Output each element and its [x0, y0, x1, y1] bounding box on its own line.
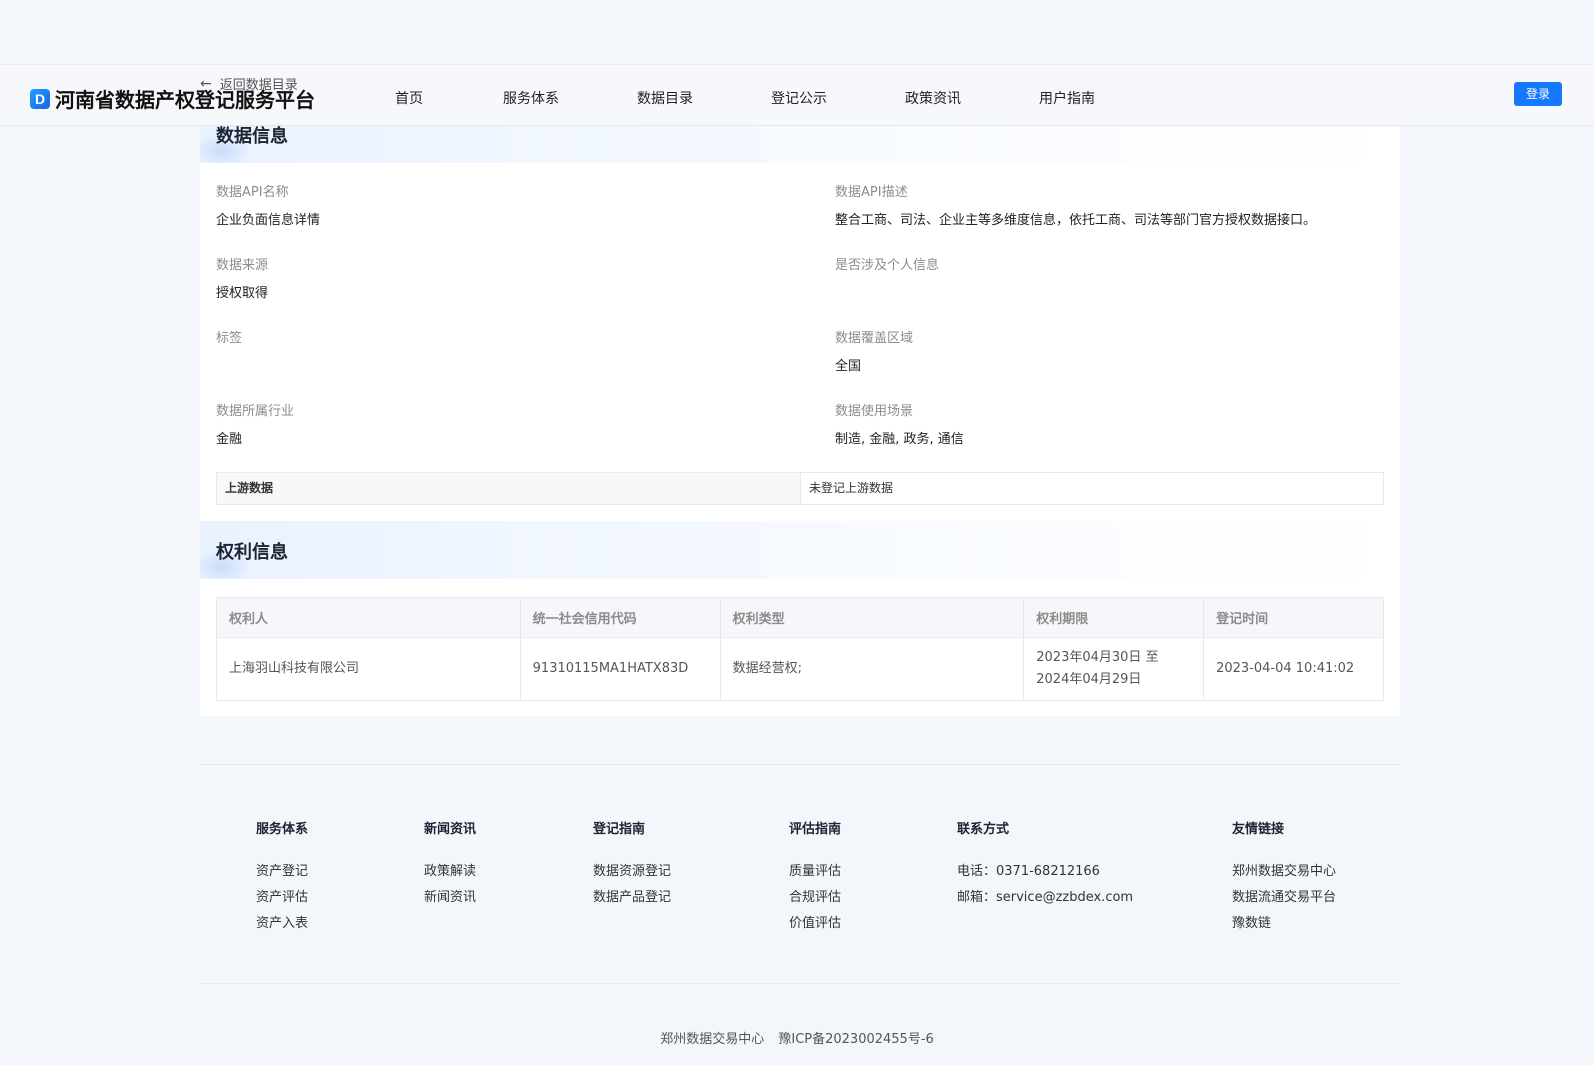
footer-link[interactable]: 质量评估: [789, 859, 841, 885]
field-personal-info: 是否涉及个人信息: [835, 254, 939, 282]
field-api-description: 数据API描述 整合工商、司法、企业主等多维度信息，依托工商、司法等部门官方授权…: [835, 181, 1316, 228]
field-coverage-area: 数据覆盖区域 全国: [835, 327, 913, 374]
field-value: 金融: [216, 432, 243, 447]
field-label: 标签: [216, 331, 243, 346]
footer-col-heading: 新闻资讯: [424, 822, 477, 837]
column-header: 权利类型: [719, 597, 1025, 638]
back-to-catalog-link[interactable]: ← 返回数据目录: [200, 74, 298, 94]
field-value: 授权取得: [216, 286, 269, 301]
field-value: 制造, 金融, 政务, 通信: [835, 432, 964, 447]
cell-right-type: 数据经营权;: [719, 637, 1025, 701]
table-row: 上海羽山科技有限公司 91310115MA1HATX83D 数据经营权; 202…: [216, 637, 1384, 701]
field-label: 是否涉及个人信息: [835, 258, 940, 273]
copyright-bar: 郑州数据交易中心 豫ICP备2023002455号-6: [0, 1028, 1594, 1047]
logo-icon: D: [30, 88, 50, 109]
footer-col-heading: 友情链接: [1232, 822, 1285, 837]
cell-rights-holder: 上海羽山科技有限公司: [216, 637, 521, 701]
footer-link[interactable]: 价值评估: [789, 911, 841, 937]
field-usage-scenario: 数据使用场景 制造, 金融, 政务, 通信: [835, 400, 964, 447]
nav-item-home[interactable]: 首页: [395, 88, 423, 108]
footer-col-heading: 服务体系: [256, 822, 309, 837]
rights-info-header: 权利信息: [200, 521, 1400, 579]
column-header: 权利期限: [1023, 597, 1205, 638]
footer-link[interactable]: 数据产品登记: [593, 885, 671, 911]
term-start: 2023年04月30日 至: [1036, 650, 1159, 665]
footer-link[interactable]: 资产登记: [256, 859, 308, 885]
cell-credit-code: 91310115MA1HATX83D: [519, 637, 721, 701]
field-value: 企业负面信息详情: [216, 213, 321, 228]
term-end: 2024年04月29日: [1036, 672, 1142, 687]
footer-col-heading: 登记指南: [593, 822, 646, 837]
detail-card: 数据信息 数据API名称 企业负面信息详情 数据API描述 整合工商、司法、企业…: [200, 105, 1400, 716]
contact-email: 邮箱：service@zzbdex.com: [957, 890, 1134, 905]
field-label: 数据所属行业: [216, 404, 295, 419]
column-header: 统一社会信用代码: [519, 597, 721, 638]
footer-col-heading: 评估指南: [789, 822, 842, 837]
footer-col-evaluation-guide: 评估指南 质量评估 合规评估 价值评估: [789, 818, 841, 937]
field-data-source: 数据来源 授权取得: [216, 254, 268, 301]
back-link-label: 返回数据目录: [219, 78, 298, 93]
upstream-data-row: 上游数据 未登记上游数据: [216, 472, 1384, 505]
field-label: 数据使用场景: [835, 404, 914, 419]
footer-col-services: 服务体系 资产登记 资产评估 资产入表: [256, 818, 308, 937]
rights-table: 权利人 统一社会信用代码 权利类型 权利期限 登记时间 上海羽山科技有限公司 9…: [216, 597, 1384, 701]
nav-item-policy-news[interactable]: 政策资讯: [905, 88, 961, 108]
column-header: 登记时间: [1203, 597, 1384, 638]
column-header: 权利人: [216, 597, 521, 638]
footer-col-heading: 联系方式: [957, 822, 1010, 837]
footer-link[interactable]: 豫数链: [1232, 911, 1336, 937]
footer-link[interactable]: 郑州数据交易中心: [1232, 859, 1336, 885]
cell-registered-time: 2023-04-04 10:41:02: [1203, 637, 1384, 701]
icp-number[interactable]: 豫ICP备2023002455号-6: [778, 1032, 933, 1047]
nav-item-services[interactable]: 服务体系: [503, 88, 559, 108]
footer-bottom-divider: [200, 983, 1400, 984]
footer-link[interactable]: 数据流通交易平台: [1232, 885, 1336, 911]
footer-col-registry-guide: 登记指南 数据资源登记 数据产品登记: [593, 818, 671, 911]
footer-top-divider: [200, 764, 1400, 765]
contact-phone: 电话：0371-68212166: [957, 864, 1100, 879]
footer-link[interactable]: 资产评估: [256, 885, 308, 911]
copyright-org: 郑州数据交易中心: [660, 1032, 765, 1047]
field-value: 全国: [835, 359, 862, 374]
table-header-row: 权利人 统一社会信用代码 权利类型 权利期限 登记时间: [216, 597, 1384, 638]
footer-col-contact: 联系方式 电话：0371-68212166 邮箱：service@zzbdex.…: [957, 818, 1133, 911]
field-industry: 数据所属行业 金融: [216, 400, 294, 447]
nav-item-catalog[interactable]: 数据目录: [637, 88, 693, 108]
footer-link[interactable]: 合规评估: [789, 885, 841, 911]
field-label: 数据覆盖区域: [835, 331, 914, 346]
field-label: 数据API名称: [216, 185, 289, 200]
field-value: 整合工商、司法、企业主等多维度信息，依托工商、司法等部门官方授权数据接口。: [835, 213, 1317, 228]
footer-col-friend-links: 友情链接 郑州数据交易中心 数据流通交易平台 豫数链: [1232, 818, 1336, 937]
section-title: 权利信息: [216, 542, 288, 563]
login-button[interactable]: 登录: [1514, 82, 1562, 106]
upstream-label: 上游数据: [217, 473, 801, 504]
footer-link[interactable]: 政策解读: [424, 859, 476, 885]
nav-item-registry-notice[interactable]: 登记公示: [771, 88, 827, 108]
upstream-value: 未登记上游数据: [809, 481, 894, 495]
nav-item-user-guide[interactable]: 用户指南: [1039, 88, 1095, 108]
footer-col-news: 新闻资讯 政策解读 新闻资讯: [424, 818, 476, 911]
field-tags: 标签: [216, 327, 242, 355]
arrow-left-icon: ←: [200, 75, 212, 92]
footer-link[interactable]: 资产入表: [256, 911, 308, 937]
field-label: 数据API描述: [835, 185, 908, 200]
field-api-name: 数据API名称 企业负面信息详情: [216, 181, 320, 228]
footer-link[interactable]: 新闻资讯: [424, 885, 476, 911]
footer-link[interactable]: 数据资源登记: [593, 859, 671, 885]
cell-right-term: 2023年04月30日 至 2024年04月29日: [1023, 637, 1205, 701]
field-label: 数据来源: [216, 258, 269, 273]
